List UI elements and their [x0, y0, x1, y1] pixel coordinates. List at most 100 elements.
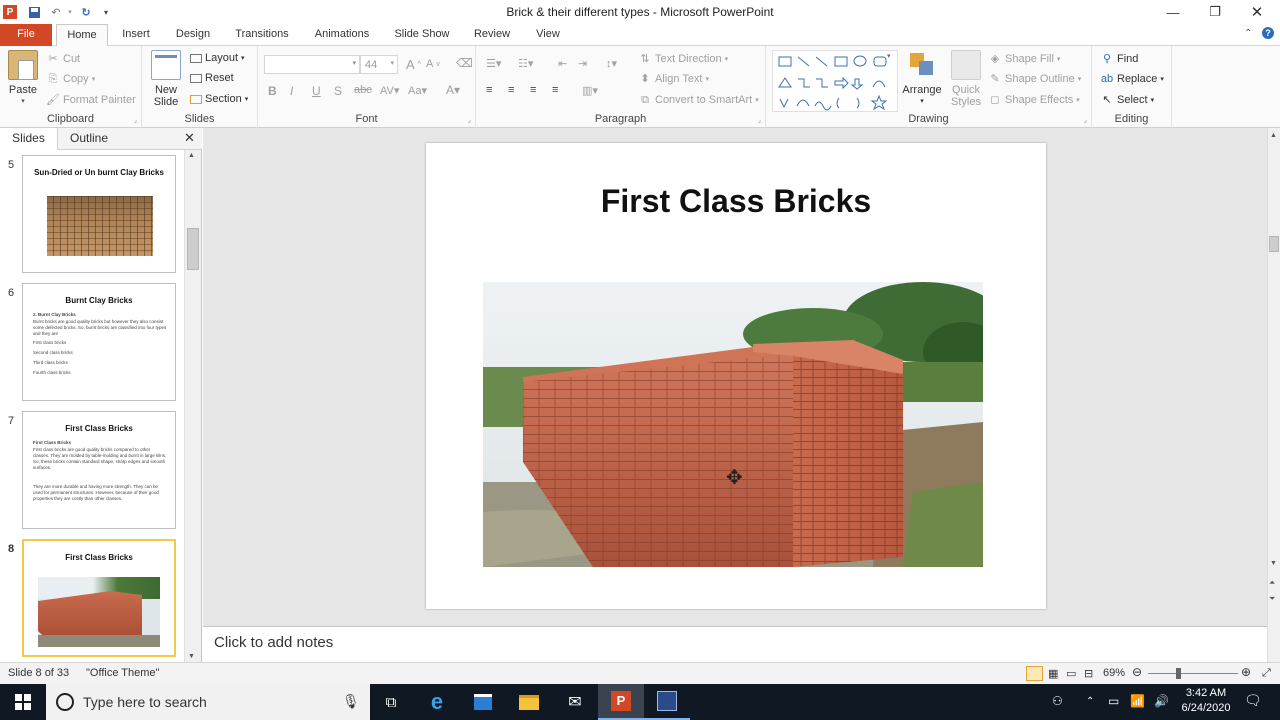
tab-outline[interactable]: Outline — [70, 131, 108, 145]
slide-image-brick-stack[interactable] — [483, 282, 983, 567]
cut-button[interactable]: ✂ Cut — [46, 52, 80, 66]
new-slide-button[interactable]: New Slide — [146, 50, 186, 108]
character-spacing-icon[interactable]: AV▾ — [380, 84, 399, 97]
shape-outline-button[interactable]: ✎ Shape Outline ▾ — [988, 72, 1081, 86]
tab-animations[interactable]: Animations — [308, 24, 376, 46]
close-button[interactable]: ✕ — [1236, 0, 1278, 24]
section-button[interactable]: Section ▾ — [190, 93, 248, 105]
edge-browser-icon[interactable]: e — [414, 684, 460, 720]
zoom-slider-thumb[interactable] — [1176, 668, 1181, 679]
italic-icon[interactable]: I — [290, 84, 293, 98]
tab-design[interactable]: Design — [168, 24, 218, 46]
shape-fill-button[interactable]: ◈ Shape Fill ▾ — [988, 52, 1061, 66]
text-direction-button[interactable]: ⇅ Text Direction ▾ — [638, 52, 728, 66]
shapes-gallery[interactable] — [772, 50, 898, 112]
file-explorer-icon[interactable] — [506, 684, 552, 720]
convert-smartart-button[interactable]: ⧉ Convert to SmartArt ▾ — [638, 93, 759, 107]
change-case-icon[interactable]: Aa▾ — [408, 84, 427, 97]
scrollbar-thumb[interactable] — [1269, 236, 1279, 252]
text-shadow-icon[interactable]: S — [334, 84, 342, 98]
slide-show-icon[interactable]: ⊟ — [1084, 667, 1093, 680]
increase-indent-icon[interactable]: ⇥ — [578, 57, 587, 70]
font-name-box[interactable]: ▾ — [264, 55, 360, 74]
windows-start-icon[interactable] — [0, 684, 46, 720]
tab-view[interactable]: View — [528, 24, 568, 46]
find-button[interactable]: ⚲ Find — [1100, 52, 1138, 66]
replace-button[interactable]: ab Replace ▾ — [1100, 72, 1164, 86]
copy-dropdown-icon[interactable]: ▾ — [92, 75, 96, 83]
slide-sorter-icon[interactable]: ▦ — [1048, 667, 1058, 680]
slide-thumbnail-7[interactable]: First Class Bricks First Class Bricks Fi… — [22, 411, 176, 529]
bold-icon[interactable]: B — [268, 84, 277, 98]
task-view-icon[interactable]: ⧉ — [368, 684, 414, 720]
decrease-indent-icon[interactable]: ⇤ — [558, 57, 567, 70]
tab-slide-show[interactable]: Slide Show — [388, 24, 456, 46]
font-color-icon[interactable]: A▾ — [446, 83, 460, 97]
justify-icon[interactable]: ≡ — [552, 84, 558, 96]
zoom-out-icon[interactable]: ⊖ — [1132, 665, 1142, 679]
previous-slide-icon[interactable]: ⏶ — [1269, 578, 1275, 588]
slide-canvas[interactable]: First Class Bricks ✥ — [426, 143, 1046, 609]
system-clock[interactable]: 3:42 AM 6/24/2020 — [1176, 686, 1236, 716]
format-painter-button[interactable]: 🖌 Format Painter — [46, 93, 136, 107]
shape-effects-button[interactable]: ◻ Shape Effects ▾ — [988, 93, 1079, 107]
tab-file[interactable]: File — [0, 24, 52, 46]
zoom-in-icon[interactable]: ⊕ — [1241, 665, 1251, 679]
align-text-button[interactable]: ⬍ Align Text ▾ — [638, 72, 709, 86]
slide-title[interactable]: First Class Bricks — [426, 183, 1046, 220]
tab-insert[interactable]: Insert — [114, 24, 158, 46]
arrange-button[interactable]: Arrange ▾ — [902, 50, 942, 108]
collapse-ribbon-icon[interactable]: ⌃ — [1244, 28, 1252, 39]
grow-font-icon[interactable]: A ^ — [406, 57, 421, 72]
shrink-font-icon[interactable]: Av — [426, 58, 440, 70]
maximize-button[interactable]: ❐ — [1194, 0, 1236, 24]
slide-thumbnail-8-selected[interactable]: First Class Bricks — [22, 539, 176, 657]
network-icon[interactable]: 📶 — [1130, 694, 1145, 708]
bullets-icon[interactable]: ☰▾ — [486, 57, 501, 70]
align-left-icon[interactable]: ≡ — [486, 84, 492, 96]
center-icon[interactable]: ≡ — [508, 84, 514, 96]
fit-to-window-icon[interactable]: ⤢ — [1262, 667, 1271, 680]
paragraph-launcher-icon[interactable]: ⌟ — [758, 116, 761, 124]
tab-review[interactable]: Review — [468, 24, 516, 46]
reset-button[interactable]: Reset — [190, 72, 234, 84]
battery-icon[interactable]: ▭ — [1108, 694, 1119, 708]
close-pane-icon[interactable]: ✕ — [184, 130, 195, 146]
drawing-launcher-icon[interactable]: ⌟ — [1084, 116, 1087, 124]
zoom-level[interactable]: 69% — [1103, 667, 1125, 679]
select-button[interactable]: ↖ Select ▾ — [1100, 93, 1154, 107]
font-launcher-icon[interactable]: ⌟ — [468, 116, 471, 124]
minimize-button[interactable]: — — [1152, 0, 1194, 24]
underline-icon[interactable]: U — [312, 84, 321, 98]
line-spacing-icon[interactable]: ↕▾ — [606, 57, 617, 70]
tab-transitions[interactable]: Transitions — [228, 24, 296, 46]
volume-icon[interactable]: 🔊 — [1154, 694, 1169, 708]
tab-slides[interactable]: Slides — [0, 128, 58, 150]
scroll-up-icon[interactable]: ▲ — [188, 152, 195, 159]
powerpoint-taskbar-icon[interactable]: P — [598, 684, 644, 720]
people-icon[interactable]: ⚇ — [1052, 694, 1063, 708]
strikethrough-icon[interactable]: abc — [354, 84, 372, 96]
zoom-slider[interactable] — [1148, 673, 1238, 674]
clear-formatting-icon[interactable]: ⌫ — [456, 56, 473, 70]
paste-dropdown-icon[interactable]: ▾ — [6, 96, 40, 108]
slide-thumbnail-6[interactable]: Burnt Clay Bricks 2. Burnt Clay Bricks B… — [22, 283, 176, 401]
theme-name[interactable]: "Office Theme" — [86, 667, 159, 679]
next-slide-icon[interactable]: ⏷ — [1269, 594, 1275, 604]
taskbar-search-box[interactable]: Type here to search 🎙 — [46, 684, 370, 720]
mail-icon[interactable]: ✉ — [552, 684, 598, 720]
align-right-icon[interactable]: ≡ — [530, 84, 536, 96]
paste-button[interactable]: Paste ▾ — [6, 50, 40, 108]
scrollbar-thumb[interactable] — [187, 228, 199, 270]
clipboard-launcher-icon[interactable]: ⌟ — [134, 116, 137, 124]
microphone-icon[interactable]: 🎙 — [342, 693, 360, 710]
store-icon[interactable] — [460, 684, 506, 720]
reading-view-icon[interactable]: ▭ — [1066, 667, 1076, 680]
copy-button[interactable]: ⎘ Copy ▾ — [46, 72, 96, 86]
numbering-icon[interactable]: ☷▾ — [518, 57, 533, 70]
tab-home[interactable]: Home — [56, 24, 108, 47]
help-icon[interactable]: ? — [1262, 27, 1274, 39]
shapes-gallery-more-icon[interactable]: ▾ — [887, 52, 891, 60]
slide-scrollbar[interactable]: ▲ ▼ ⏶ ⏷ — [1267, 128, 1280, 662]
notes-placeholder[interactable]: Click to add notes — [214, 634, 333, 651]
